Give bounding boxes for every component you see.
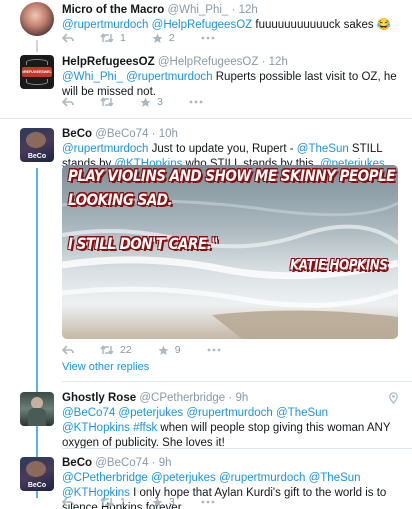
tweet-text: @BeCo74 @peterjukes @rupertmurdoch @TheS…: [62, 407, 391, 449]
like-button[interactable]: 3: [140, 96, 163, 108]
user-handle[interactable]: @HelpRefugeesOZ: [158, 56, 259, 68]
avatar[interactable]: BeCo: [20, 128, 54, 162]
tweet-header: BeCo @BeCo74 · 10h: [62, 128, 178, 140]
reply-button[interactable]: [62, 497, 74, 507]
more-icon: [201, 36, 215, 40]
retweet-button[interactable]: 1: [100, 496, 126, 508]
more-button[interactable]: [201, 36, 215, 40]
mention-link[interactable]: @TheSun: [297, 143, 349, 155]
tweet-media-image[interactable]: PLAY VIOLINS AND SHOW ME SKINNY PEOPLE L…: [62, 165, 398, 339]
like-count: 9: [174, 344, 181, 356]
tweet-beco-reply[interactable]: BeCo BeCo @BeCo74 · 9h @CPetherbridge @p…: [0, 455, 412, 509]
retweet-icon: [100, 33, 114, 43]
more-button[interactable]: [201, 500, 215, 504]
reply-button[interactable]: [62, 345, 74, 355]
reply-icon: [62, 33, 74, 43]
timestamp[interactable]: 10h: [159, 128, 178, 140]
display-name[interactable]: Micro of the Macro: [62, 4, 164, 16]
user-handle[interactable]: @BeCo74: [95, 457, 148, 469]
like-icon: [158, 345, 169, 355]
more-button[interactable]: [207, 348, 221, 352]
like-count: 3: [168, 496, 175, 508]
retweet-icon: [100, 97, 114, 107]
retweet-count: 1: [120, 496, 126, 508]
user-handle[interactable]: @Whi_Phi_: [167, 4, 228, 16]
display-name[interactable]: HelpRefugeesOZ: [62, 56, 155, 68]
display-name[interactable]: BeCo: [62, 457, 92, 469]
timestamp[interactable]: 12h: [269, 56, 288, 68]
retweet-icon: [100, 345, 114, 355]
mention-link[interactable]: @rupertmurdoch @HelpRefugeesOZ: [62, 19, 252, 31]
more-button[interactable]: [189, 100, 203, 104]
timestamp[interactable]: 9h: [235, 392, 248, 404]
tweet-header: HelpRefugeesOZ @HelpRefugeesOZ · 12h: [62, 56, 288, 68]
more-icon: [201, 500, 215, 504]
user-handle[interactable]: @CPetherbridge: [139, 392, 225, 404]
avatar[interactable]: [20, 392, 54, 426]
reply-button[interactable]: [62, 33, 74, 43]
timestamp[interactable]: 12h: [239, 4, 258, 16]
reply-button[interactable]: [62, 97, 74, 107]
retweet-count: 22: [120, 344, 132, 356]
avatar[interactable]: [20, 2, 54, 36]
divider: [62, 381, 412, 382]
tweet-ghostly-rose[interactable]: Ghostly Rose @CPetherbridge · 9h @BeCo74…: [0, 389, 412, 449]
like-button[interactable]: 9: [158, 344, 181, 356]
like-button[interactable]: 3: [152, 496, 175, 508]
quote-attribution: KATIE HOPKINS: [290, 257, 388, 274]
more-icon: [207, 348, 220, 352]
retweet-icon: [100, 497, 114, 507]
like-icon: [152, 33, 163, 43]
like-count: 3: [157, 96, 163, 108]
reply-icon: [62, 345, 74, 355]
tweet-header: Micro of the Macro @Whi_Phi_ · 12h: [62, 4, 258, 16]
like-button[interactable]: 2: [152, 32, 175, 44]
like-count: 2: [168, 32, 175, 44]
like-icon: [152, 497, 163, 507]
display-name[interactable]: Ghostly Rose: [62, 392, 136, 404]
quote-line-1: PLAY VIOLINS AND SHOW ME SKINNY PEOPLE: [68, 167, 395, 186]
avatar[interactable]: #REFUGEESWELCOME: [20, 55, 54, 89]
reply-icon: [62, 497, 74, 507]
tweet-helprefugeesoz[interactable]: #REFUGEESWELCOME HelpRefugeesOZ @HelpRef…: [0, 52, 412, 120]
avatar-label: BeCo: [27, 482, 47, 489]
avatar[interactable]: BeCo: [20, 457, 54, 491]
tweet-header: Ghostly Rose @CPetherbridge · 9h: [62, 392, 249, 404]
tweet-micro-of-the-macro[interactable]: Micro of the Macro @Whi_Phi_ · 12h @rupe…: [0, 0, 412, 46]
reply-icon: [62, 97, 74, 107]
user-handle[interactable]: @BeCo74: [95, 128, 148, 140]
mention-link[interactable]: @Whi_Phi_ @rupertmurdoch: [62, 71, 213, 83]
retweet-button[interactable]: 1: [100, 32, 126, 44]
timestamp[interactable]: 9h: [159, 457, 172, 469]
quote-line-3: I STILL DON'T CARE.": [68, 235, 218, 254]
location-icon[interactable]: [389, 392, 398, 404]
avatar-label: BeCo: [27, 153, 47, 160]
avatar-badge: #REFUGEESWELCOME: [22, 67, 52, 77]
retweet-button[interactable]: [100, 97, 114, 107]
divider: [0, 118, 412, 119]
view-other-replies-link[interactable]: View other replies: [62, 361, 149, 373]
divider: [62, 448, 412, 449]
retweet-button[interactable]: 22: [100, 344, 132, 356]
display-name[interactable]: BeCo: [62, 128, 92, 140]
like-icon: [140, 97, 151, 107]
more-icon: [189, 100, 203, 104]
quote-line-2: LOOKING SAD.: [68, 191, 173, 210]
retweet-count: 1: [120, 32, 126, 44]
tweet-header: BeCo @BeCo74 · 9h: [62, 457, 172, 469]
mention-link[interactable]: @rupertmurdoch: [62, 143, 148, 155]
